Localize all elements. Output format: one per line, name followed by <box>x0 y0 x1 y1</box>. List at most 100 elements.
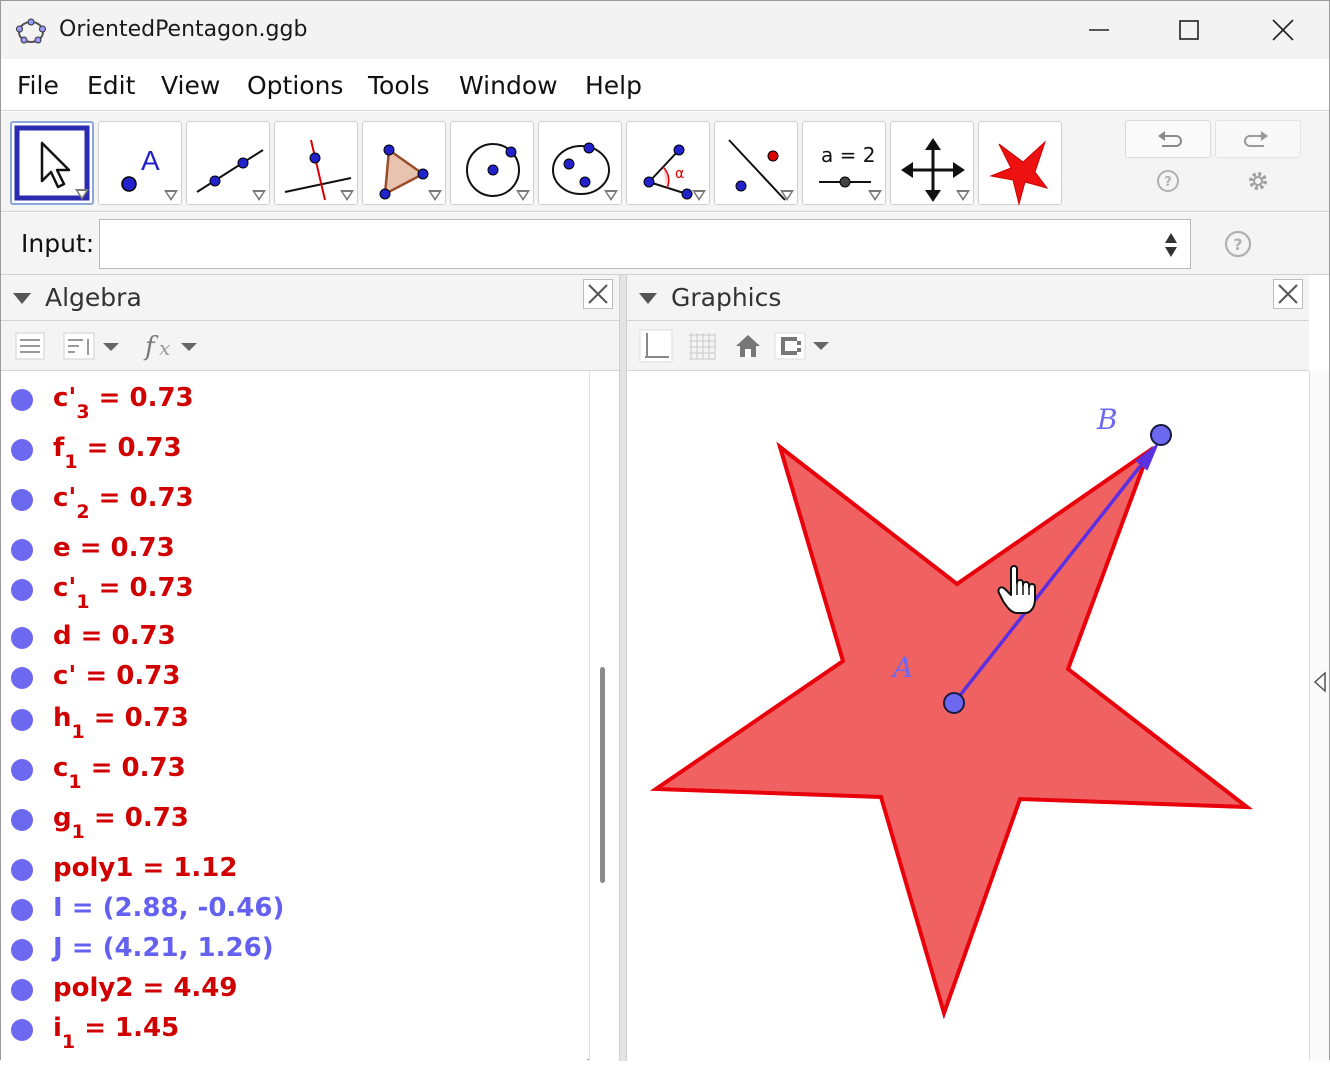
algebra-row-text[interactable]: c' = 0.73 <box>53 661 180 691</box>
move-graphics-tool[interactable] <box>890 121 974 205</box>
algebra-row-text[interactable]: c'2 = 0.73 <box>53 483 194 523</box>
visibility-toggle[interactable] <box>11 489 33 511</box>
menu-edit[interactable]: Edit <box>87 71 135 100</box>
point-capturing-icon[interactable] <box>773 329 843 363</box>
line-tool[interactable] <box>186 121 270 205</box>
visibility-toggle[interactable] <box>11 389 33 411</box>
collapse-triangle-icon[interactable] <box>13 293 31 304</box>
algebra-row[interactable]: I = (2.88, -0.46) <box>1 889 587 929</box>
graphics-drawing[interactable]: A B <box>627 371 1309 1061</box>
point-tool[interactable]: A <box>98 121 182 205</box>
visibility-toggle[interactable] <box>11 899 33 921</box>
show-axes-icon[interactable] <box>639 329 673 363</box>
algebra-row-text[interactable]: poly1 = 1.12 <box>53 853 237 883</box>
show-grid-icon[interactable] <box>685 329 719 363</box>
menu-options[interactable]: Options <box>247 71 343 100</box>
auxiliary-objects-icon[interactable] <box>15 331 45 361</box>
input-help-icon[interactable]: ? <box>1223 229 1253 259</box>
point-b[interactable] <box>1150 424 1172 446</box>
help-icon[interactable]: ? <box>1155 168 1181 194</box>
algebra-close-button[interactable] <box>583 279 613 309</box>
algebra-row[interactable]: c'3 = 0.73 <box>1 379 587 423</box>
custom-star-tool[interactable] <box>978 121 1062 206</box>
visibility-toggle[interactable] <box>11 759 33 781</box>
object-subscript: 2 <box>76 501 90 524</box>
visibility-toggle[interactable] <box>11 627 33 649</box>
algebra-view: Algebra f x c'3 = 0.73 f1 = 0.73 c'2 = 0… <box>1 275 619 1061</box>
point-a[interactable] <box>943 692 965 714</box>
side-panel-toggle[interactable] <box>1309 371 1329 1061</box>
minimize-icon <box>1089 29 1109 31</box>
updown-arrows-icon[interactable] <box>1163 231 1179 259</box>
visibility-toggle[interactable] <box>11 859 33 881</box>
minimize-button[interactable] <box>1053 1 1145 59</box>
algebra-row-text[interactable]: e = 0.73 <box>53 533 175 563</box>
algebra-row-text[interactable]: d = 0.73 <box>53 621 176 651</box>
algebra-row[interactable]: c1 = 0.73 <box>1 749 587 793</box>
graphics-close-button[interactable] <box>1273 279 1303 309</box>
algebra-row-text[interactable]: I = (2.88, -0.46) <box>53 893 284 923</box>
algebra-row-text[interactable]: poly2 = 4.49 <box>53 973 237 1003</box>
settings-icon[interactable] <box>1245 168 1271 194</box>
algebra-row[interactable]: poly1 = 1.12 <box>1 849 587 889</box>
object-name: I <box>53 893 63 923</box>
graphics-canvas[interactable]: A B <box>627 371 1309 1061</box>
star-polygon[interactable] <box>649 441 1254 1020</box>
algebra-row-text[interactable]: J = (4.21, 1.26) <box>53 933 274 963</box>
algebra-row-text[interactable]: g1 = 0.73 <box>53 803 189 843</box>
object-value: (2.88, -0.46) <box>102 893 285 923</box>
description-mode-icon[interactable]: f x <box>143 329 203 363</box>
algebra-row[interactable]: c'1 = 0.73 <box>1 569 587 613</box>
visibility-toggle[interactable] <box>11 439 33 461</box>
panel-divider[interactable] <box>619 275 627 1061</box>
algebra-row-text[interactable]: c'3 = 0.73 <box>53 383 194 423</box>
close-button[interactable] <box>1237 1 1329 59</box>
scrollbar-thumb[interactable] <box>600 667 605 883</box>
menu-view[interactable]: View <box>161 71 220 100</box>
algebra-row[interactable]: h1 = 0.73 <box>1 699 587 743</box>
visibility-toggle[interactable] <box>11 539 33 561</box>
conic-tool[interactable] <box>538 121 622 205</box>
visibility-toggle[interactable] <box>11 667 33 689</box>
visibility-toggle[interactable] <box>11 809 33 831</box>
angle-tool[interactable]: α <box>626 121 710 205</box>
algebra-row-text[interactable]: h1 = 0.73 <box>53 703 189 743</box>
algebra-scrollbar[interactable] <box>589 371 619 1061</box>
visibility-toggle[interactable] <box>11 709 33 731</box>
menu-window[interactable]: Window <box>459 71 558 100</box>
algebra-row[interactable]: g1 = 0.73 <box>1 799 587 843</box>
sort-objects-icon[interactable] <box>63 331 123 361</box>
algebra-row[interactable]: e = 0.73 <box>1 529 587 569</box>
algebra-row[interactable]: c' = 0.73 <box>1 657 587 697</box>
algebra-row[interactable]: d = 0.73 <box>1 617 587 657</box>
algebra-row[interactable]: f1 = 0.73 <box>1 429 587 473</box>
perpendicular-line-tool[interactable] <box>274 121 358 205</box>
circle-tool[interactable] <box>450 121 534 205</box>
visibility-toggle[interactable] <box>11 1019 33 1041</box>
algebra-row-text[interactable]: c'1 = 0.73 <box>53 573 194 613</box>
home-icon[interactable] <box>731 329 765 363</box>
visibility-toggle[interactable] <box>11 979 33 1001</box>
algebra-row-text[interactable]: i1 = 1.45 <box>53 1013 179 1053</box>
undo-button[interactable] <box>1125 120 1211 158</box>
algebra-row[interactable]: c'2 = 0.73 <box>1 479 587 523</box>
algebra-row[interactable]: i1 = 1.45 <box>1 1009 587 1053</box>
algebra-row[interactable]: poly2 = 4.49 <box>1 969 587 1009</box>
menu-help[interactable]: Help <box>585 71 642 100</box>
svg-text:A: A <box>141 145 160 176</box>
polygon-tool[interactable] <box>362 121 446 205</box>
algebra-row-text[interactable]: f1 = 0.73 <box>53 433 182 473</box>
redo-button[interactable] <box>1215 120 1301 158</box>
collapse-triangle-icon[interactable] <box>639 293 657 304</box>
visibility-toggle[interactable] <box>11 579 33 601</box>
algebra-row-text[interactable]: c1 = 0.73 <box>53 753 186 793</box>
move-tool[interactable] <box>10 121 94 205</box>
algebra-row[interactable]: J = (4.21, 1.26) <box>1 929 587 969</box>
maximize-button[interactable] <box>1143 1 1235 59</box>
menu-file[interactable]: File <box>17 71 59 100</box>
menu-tools[interactable]: Tools <box>368 71 430 100</box>
input-field[interactable] <box>99 219 1191 269</box>
visibility-toggle[interactable] <box>11 939 33 961</box>
slider-tool[interactable]: a = 2 <box>802 121 886 205</box>
reflect-tool[interactable] <box>714 121 798 205</box>
